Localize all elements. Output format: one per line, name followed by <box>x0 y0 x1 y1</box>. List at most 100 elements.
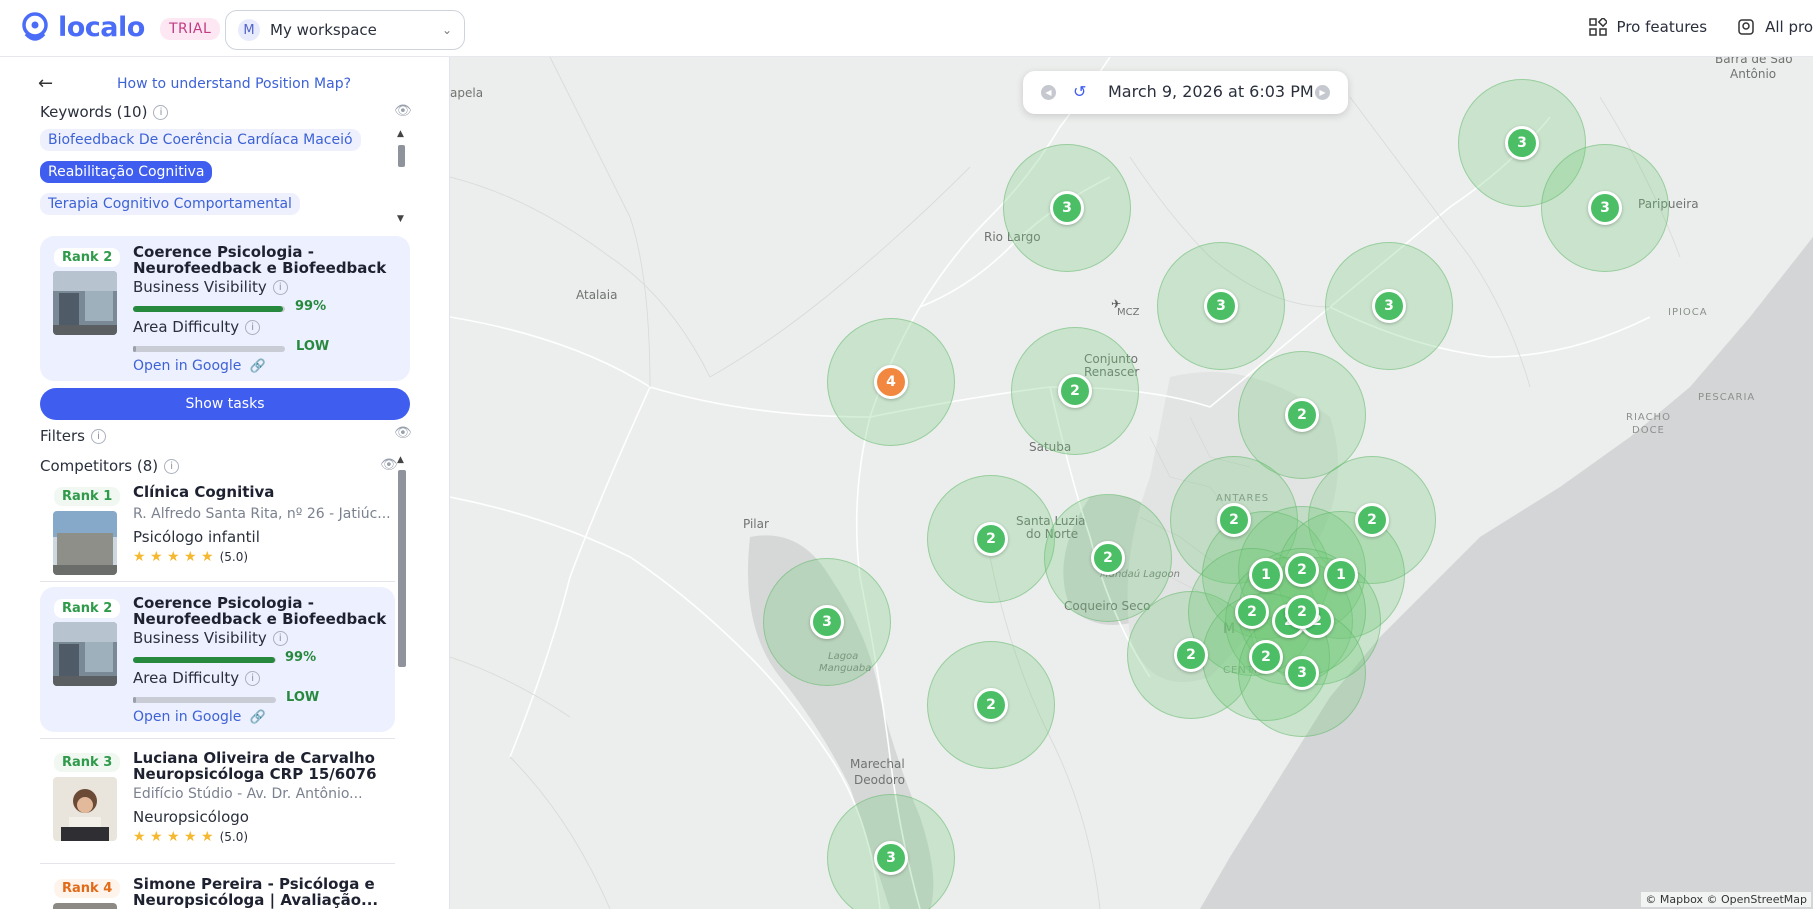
rank-marker[interactable]: 3 <box>1372 289 1406 323</box>
keyword-chip[interactable]: Biofeedback De Coerência Cardíaca Maceió <box>40 129 361 151</box>
business-photo <box>53 903 117 909</box>
eye-off-icon[interactable]: 👁 <box>394 425 412 441</box>
rank-marker[interactable]: 1 <box>1249 558 1283 592</box>
map-place-label: IPIOCA <box>1668 307 1708 318</box>
map-place-label: Antônio <box>1730 67 1777 81</box>
localo-logo-icon <box>22 12 48 41</box>
scroll-down-icon[interactable]: ▼ <box>397 214 404 224</box>
map-place-label: DOCE <box>1632 425 1665 436</box>
info-icon[interactable]: i <box>272 630 288 646</box>
how-to-link[interactable]: How to understand Position Map? <box>117 76 351 92</box>
keywords-scrollbar[interactable] <box>398 145 405 167</box>
selected-business-card[interactable]: Rank 2 Coerence Psicologia - Neurofeedba… <box>40 236 410 381</box>
competitor-card-highlighted[interactable]: Rank 2 Coerence Psicologia - Neurofeedba… <box>40 587 395 732</box>
trial-badge: TRIAL <box>160 18 221 40</box>
difficulty-label: Area Difficulty <box>133 669 240 687</box>
previous-date-button[interactable]: ◀ <box>1041 85 1056 100</box>
rank-marker[interactable]: 2 <box>974 522 1008 556</box>
visibility-label: Business Visibility <box>133 278 267 296</box>
rank-badge: Rank 2 <box>54 248 121 267</box>
info-icon[interactable]: i <box>164 458 180 474</box>
map-place-label: Atalaia <box>576 288 618 302</box>
keyword-chip-selected[interactable]: Reabilitação Cognitiva <box>40 161 213 183</box>
info-icon[interactable]: i <box>153 104 169 120</box>
visibility-bar <box>133 306 285 312</box>
open-in-google-link[interactable]: Open in Google 🔗 <box>133 709 266 725</box>
workspace-name: My workspace <box>270 21 377 39</box>
rank-marker[interactable]: 2 <box>1058 374 1092 408</box>
rank-marker[interactable]: 2 <box>974 688 1008 722</box>
chevron-down-icon: ⌄ <box>441 23 452 37</box>
eye-icon[interactable]: 👁 <box>380 457 398 473</box>
rank-marker[interactable]: 3 <box>874 841 908 875</box>
rank-marker[interactable]: 2 <box>1285 595 1319 629</box>
rank-marker[interactable]: 2 <box>1235 595 1269 629</box>
business-category: Psicólogo infantil <box>133 528 260 546</box>
divider <box>40 738 395 739</box>
map-place-label: Deodoro <box>854 773 905 787</box>
rank-marker[interactable]: 2 <box>1174 638 1208 672</box>
rank-marker[interactable]: 1 <box>1324 558 1358 592</box>
info-icon[interactable]: i <box>90 428 106 444</box>
info-icon[interactable]: i <box>245 670 261 686</box>
rank-marker[interactable]: 2 <box>1285 553 1319 587</box>
rating-stars: ★ ★ ★ ★ ★ (5.0) <box>133 829 249 845</box>
info-icon[interactable]: i <box>245 319 261 335</box>
map-place-label: PESCARIA <box>1698 392 1756 403</box>
airport-icon: ✈ <box>1111 297 1122 311</box>
map-place-label: RIACHO <box>1626 412 1671 423</box>
competitors-scrollbar[interactable] <box>398 470 406 667</box>
open-in-google-link[interactable]: Open in Google 🔗 <box>133 358 266 374</box>
business-photo <box>53 271 117 335</box>
competitor-card[interactable]: Rank 3 Luciana Oliveira de Carvalho Neur… <box>40 741 395 861</box>
localo-logo[interactable]: localo <box>18 10 145 44</box>
top-bar: localo TRIAL M My workspace ⌄ Pro featur… <box>0 0 1813 57</box>
divider <box>40 863 395 864</box>
logo-text: localo <box>58 11 145 43</box>
history-icon[interactable]: ↺ <box>1073 82 1086 101</box>
info-icon[interactable]: i <box>272 279 288 295</box>
rank-marker[interactable]: 3 <box>1285 656 1319 690</box>
map-attribution[interactable]: © Mapbox © OpenStreetMap <box>1641 892 1811 907</box>
rating-value: (5.0) <box>219 550 249 564</box>
difficulty-value: LOW <box>286 690 320 705</box>
pro-features-button[interactable]: Pro features <box>1588 18 1707 36</box>
rank-marker-orange[interactable]: 4 <box>874 365 908 399</box>
rank-marker[interactable]: 3 <box>810 605 844 639</box>
visibility-value: 99% <box>295 299 327 314</box>
business-category: Neuropsicólogo <box>133 808 249 826</box>
visibility-bar <box>133 657 276 663</box>
business-photo <box>53 511 117 575</box>
position-map[interactable]: Barra de São Antônio apela Rio Largo Ata… <box>450 57 1813 909</box>
keyword-chip[interactable]: Terapia Cognitivo Comportamental <box>40 193 300 215</box>
rank-marker[interactable]: 3 <box>1505 126 1539 160</box>
left-panel: ← How to understand Position Map? Keywor… <box>0 57 450 909</box>
scroll-up-icon[interactable]: ▲ <box>397 455 404 465</box>
rank-marker[interactable]: 2 <box>1217 503 1251 537</box>
difficulty-label-row: Area Difficulty i <box>133 669 261 687</box>
rank-marker[interactable]: 2 <box>1285 398 1319 432</box>
next-date-button[interactable]: ▶ <box>1315 85 1330 100</box>
keywords-title: Keywords (10) <box>40 103 148 121</box>
filters-heading: Filters i <box>40 427 106 445</box>
competitor-card[interactable]: Rank 1 Clínica Cognitiva R. Alfredo Sant… <box>40 475 395 595</box>
rank-marker[interactable]: 3 <box>1050 191 1084 225</box>
rank-marker[interactable]: 2 <box>1355 503 1389 537</box>
show-tasks-button[interactable]: Show tasks <box>40 388 410 420</box>
rating-stars: ★ ★ ★ ★ ★ (5.0) <box>133 549 249 565</box>
back-arrow-icon[interactable]: ← <box>38 73 53 94</box>
eye-icon[interactable]: 👁 <box>394 103 412 119</box>
rank-marker[interactable]: 3 <box>1204 289 1238 323</box>
business-name: Luciana Oliveira de Carvalho <box>133 749 375 767</box>
rank-marker[interactable]: 3 <box>1588 191 1622 225</box>
business-name-line2: Neurofeedback e Biofeedback <box>133 259 387 277</box>
difficulty-value: LOW <box>296 339 330 354</box>
rank-marker[interactable]: 2 <box>1091 541 1125 575</box>
scroll-up-icon[interactable]: ▲ <box>397 129 404 139</box>
rank-marker[interactable]: 2 <box>1249 640 1283 674</box>
business-address: R. Alfredo Santa Rita, nº 26 - Jatiúc... <box>133 506 391 522</box>
visibility-label-row: Business Visibility i <box>133 278 288 296</box>
workspace-selector[interactable]: M My workspace ⌄ <box>225 10 465 50</box>
competitor-card[interactable]: Rank 4 Simone Pereira - Psicóloga e Neur… <box>40 867 395 909</box>
all-projects-button[interactable]: All pro <box>1737 18 1813 36</box>
